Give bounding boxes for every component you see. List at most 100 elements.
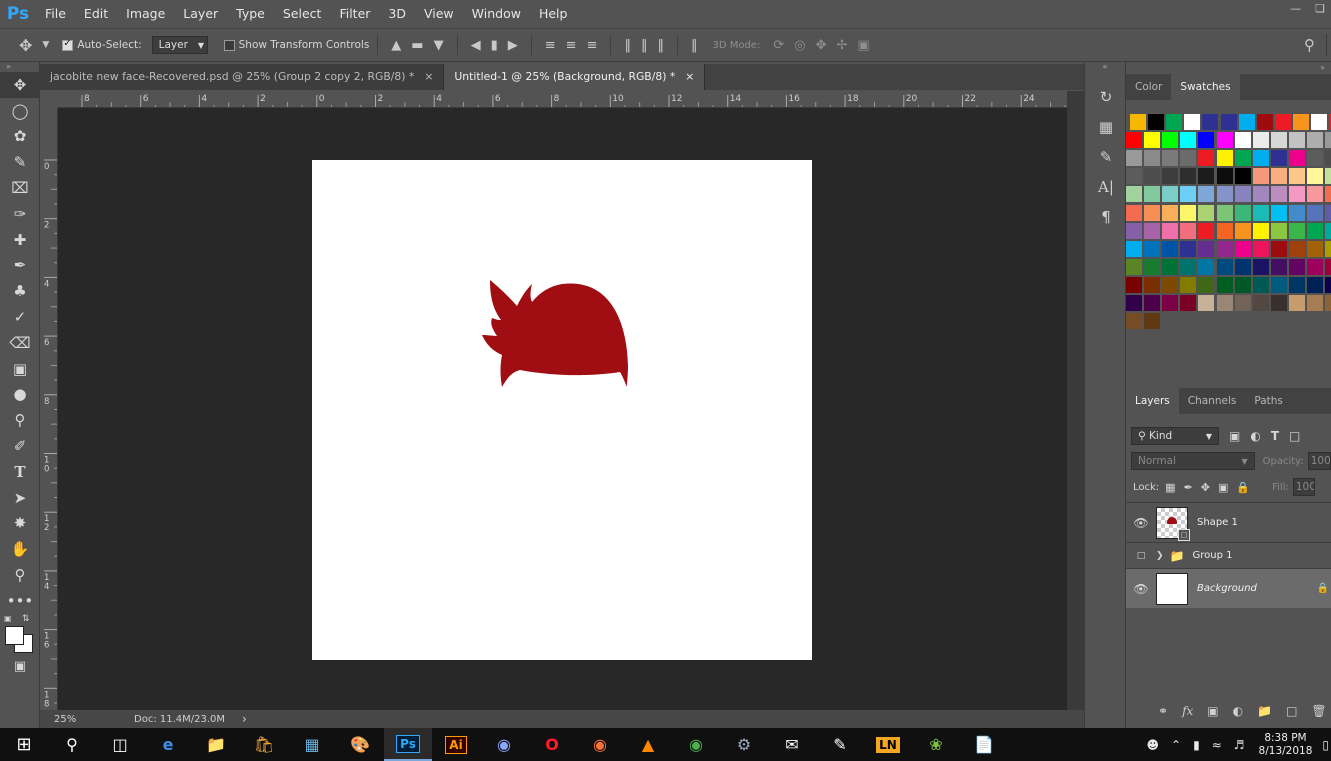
notifications-icon[interactable]: ▯ xyxy=(1320,738,1331,752)
eye-icon[interactable]: 👁 xyxy=(1126,516,1156,530)
distribute-right-icon[interactable]: ‖ xyxy=(652,38,669,53)
color-swatch[interactable] xyxy=(1234,204,1251,221)
brush-tool-icon[interactable]: ✒ xyxy=(0,253,40,279)
color-swatch[interactable] xyxy=(1288,276,1305,293)
color-swatch[interactable] xyxy=(1325,222,1331,239)
healing-brush-tool-icon[interactable]: ✚ xyxy=(0,227,40,253)
color-swatch[interactable] xyxy=(1325,295,1331,311)
3d-rotate-icon[interactable]: ⟳ xyxy=(768,38,789,53)
color-swatch[interactable] xyxy=(1234,240,1251,257)
cinema4d-icon[interactable]: ◉ xyxy=(480,728,528,761)
color-swatch[interactable] xyxy=(1307,150,1323,167)
color-swatch[interactable] xyxy=(1144,132,1161,149)
color-swatch[interactable] xyxy=(1238,114,1255,130)
color-swatch[interactable] xyxy=(1126,204,1142,221)
color-swatch[interactable] xyxy=(1180,276,1197,293)
color-swatch[interactable] xyxy=(1162,132,1179,149)
new-layer-icon[interactable]: □ xyxy=(1286,704,1297,718)
align-top-icon[interactable]: ▲ xyxy=(386,38,406,53)
color-swatch[interactable] xyxy=(1270,186,1287,203)
color-swatch[interactable] xyxy=(1234,132,1251,149)
color-swatch[interactable] xyxy=(1198,258,1215,275)
color-swatch[interactable] xyxy=(1216,240,1233,257)
filter-type-icon[interactable]: T xyxy=(1271,429,1279,443)
color-swatch[interactable] xyxy=(1256,114,1273,130)
color-swatch[interactable] xyxy=(1126,132,1142,149)
fill-field[interactable]: 100 xyxy=(1292,478,1315,496)
menu-filter[interactable]: Filter xyxy=(330,0,379,28)
photoshop-taskbar-icon[interactable]: Ps xyxy=(384,728,432,761)
color-swatch[interactable] xyxy=(1144,240,1161,257)
color-swatch[interactable] xyxy=(1307,222,1323,239)
color-swatch[interactable] xyxy=(1252,150,1269,167)
opera-icon[interactable]: O xyxy=(528,728,576,761)
windows-start-icon[interactable]: ⊞ xyxy=(0,728,48,761)
color-swatch[interactable] xyxy=(1270,295,1287,311)
color-swatch[interactable] xyxy=(1270,204,1287,221)
color-swatch[interactable] xyxy=(1162,258,1179,275)
3d-roll-icon[interactable]: ◎ xyxy=(789,38,810,53)
vertical-ruler[interactable]: 024681012141618 xyxy=(40,108,58,710)
color-swatch[interactable] xyxy=(1234,186,1251,203)
move-tool-icon[interactable]: ✥ xyxy=(0,72,40,98)
taskbar-clock[interactable]: 8:38 PM 8/13/2018 xyxy=(1251,732,1321,758)
collapse-icon[interactable]: » xyxy=(1126,62,1331,74)
color-swatch[interactable] xyxy=(1144,313,1161,330)
filter-adjustment-icon[interactable]: ◐ xyxy=(1250,429,1260,443)
color-swatch[interactable] xyxy=(1307,204,1323,221)
color-swatch[interactable] xyxy=(1307,132,1323,149)
character-panel-icon[interactable]: A| xyxy=(1085,172,1127,202)
color-swatch[interactable] xyxy=(1270,222,1287,239)
document-canvas[interactable] xyxy=(312,160,812,660)
gradient-tool-icon[interactable]: ▣ xyxy=(0,356,40,382)
ruler-origin[interactable] xyxy=(40,91,58,108)
menu-select[interactable]: Select xyxy=(274,0,331,28)
new-group-icon[interactable]: 📁 xyxy=(1257,704,1272,718)
tab-color[interactable]: Color xyxy=(1126,74,1171,100)
layer-name[interactable]: Shape 1 xyxy=(1197,517,1238,528)
color-swatch[interactable] xyxy=(1130,114,1146,130)
color-swatch[interactable] xyxy=(1288,240,1305,257)
color-swatch[interactable] xyxy=(1180,150,1197,167)
layer-row-shape-1[interactable]: 👁 □ Shape 1 xyxy=(1126,502,1331,542)
horizontal-ruler[interactable]: 8 6 4 2 0 2 4 6 8 10 12 14 16 18 20 22 24 xyxy=(58,91,1067,108)
color-swatch[interactable] xyxy=(1148,114,1165,130)
color-swatch[interactable] xyxy=(1162,240,1179,257)
color-swatch[interactable] xyxy=(1288,186,1305,203)
color-swatch[interactable] xyxy=(1180,222,1197,239)
close-icon[interactable]: × xyxy=(424,64,433,90)
color-swatch[interactable] xyxy=(1270,276,1287,293)
auto-select-checkbox[interactable]: Auto-Select: xyxy=(62,38,142,51)
color-swatch[interactable] xyxy=(1216,150,1233,167)
color-swatch[interactable] xyxy=(1216,276,1233,293)
app-icon[interactable]: ▦ xyxy=(288,728,336,761)
color-swatch[interactable] xyxy=(1307,240,1323,257)
color-swatch[interactable] xyxy=(1198,204,1215,221)
menu-edit[interactable]: Edit xyxy=(75,0,117,28)
color-swatch[interactable] xyxy=(1325,204,1331,221)
color-swatch[interactable] xyxy=(1325,186,1331,203)
color-swatch[interactable] xyxy=(1180,258,1197,275)
people-icon[interactable]: ☻ xyxy=(1141,738,1166,752)
color-swatch[interactable] xyxy=(1274,114,1291,130)
blend-mode-dropdown[interactable]: Normal ▼ xyxy=(1131,452,1255,470)
color-swatch[interactable] xyxy=(1216,132,1233,149)
color-swatch[interactable] xyxy=(1180,204,1197,221)
menu-layer[interactable]: Layer xyxy=(174,0,227,28)
color-swatch[interactable] xyxy=(1220,114,1237,130)
close-icon[interactable]: × xyxy=(685,64,694,90)
properties-panel-icon[interactable]: ✎ xyxy=(1085,142,1127,172)
vlc-icon[interactable]: ▲ xyxy=(624,728,672,761)
lock-artboard-icon[interactable]: ▣ xyxy=(1218,481,1228,494)
leaf-app-icon[interactable]: ❀ xyxy=(912,728,960,761)
align-vcenter-icon[interactable]: ▬ xyxy=(406,38,428,53)
menu-view[interactable]: View xyxy=(415,0,463,28)
tab-untitled-1[interactable]: Untitled-1 @ 25% (Background, RGB/8) * × xyxy=(444,64,706,90)
file-explorer-icon[interactable]: 📁 xyxy=(192,728,240,761)
battery-icon[interactable]: ▮ xyxy=(1187,738,1206,752)
auto-align-icon[interactable]: ‖ xyxy=(686,38,703,53)
color-swatch[interactable] xyxy=(1144,295,1161,311)
edge-browser-icon[interactable]: e xyxy=(144,728,192,761)
color-swatch[interactable] xyxy=(1144,204,1161,221)
task-view-icon[interactable]: ◫ xyxy=(96,728,144,761)
